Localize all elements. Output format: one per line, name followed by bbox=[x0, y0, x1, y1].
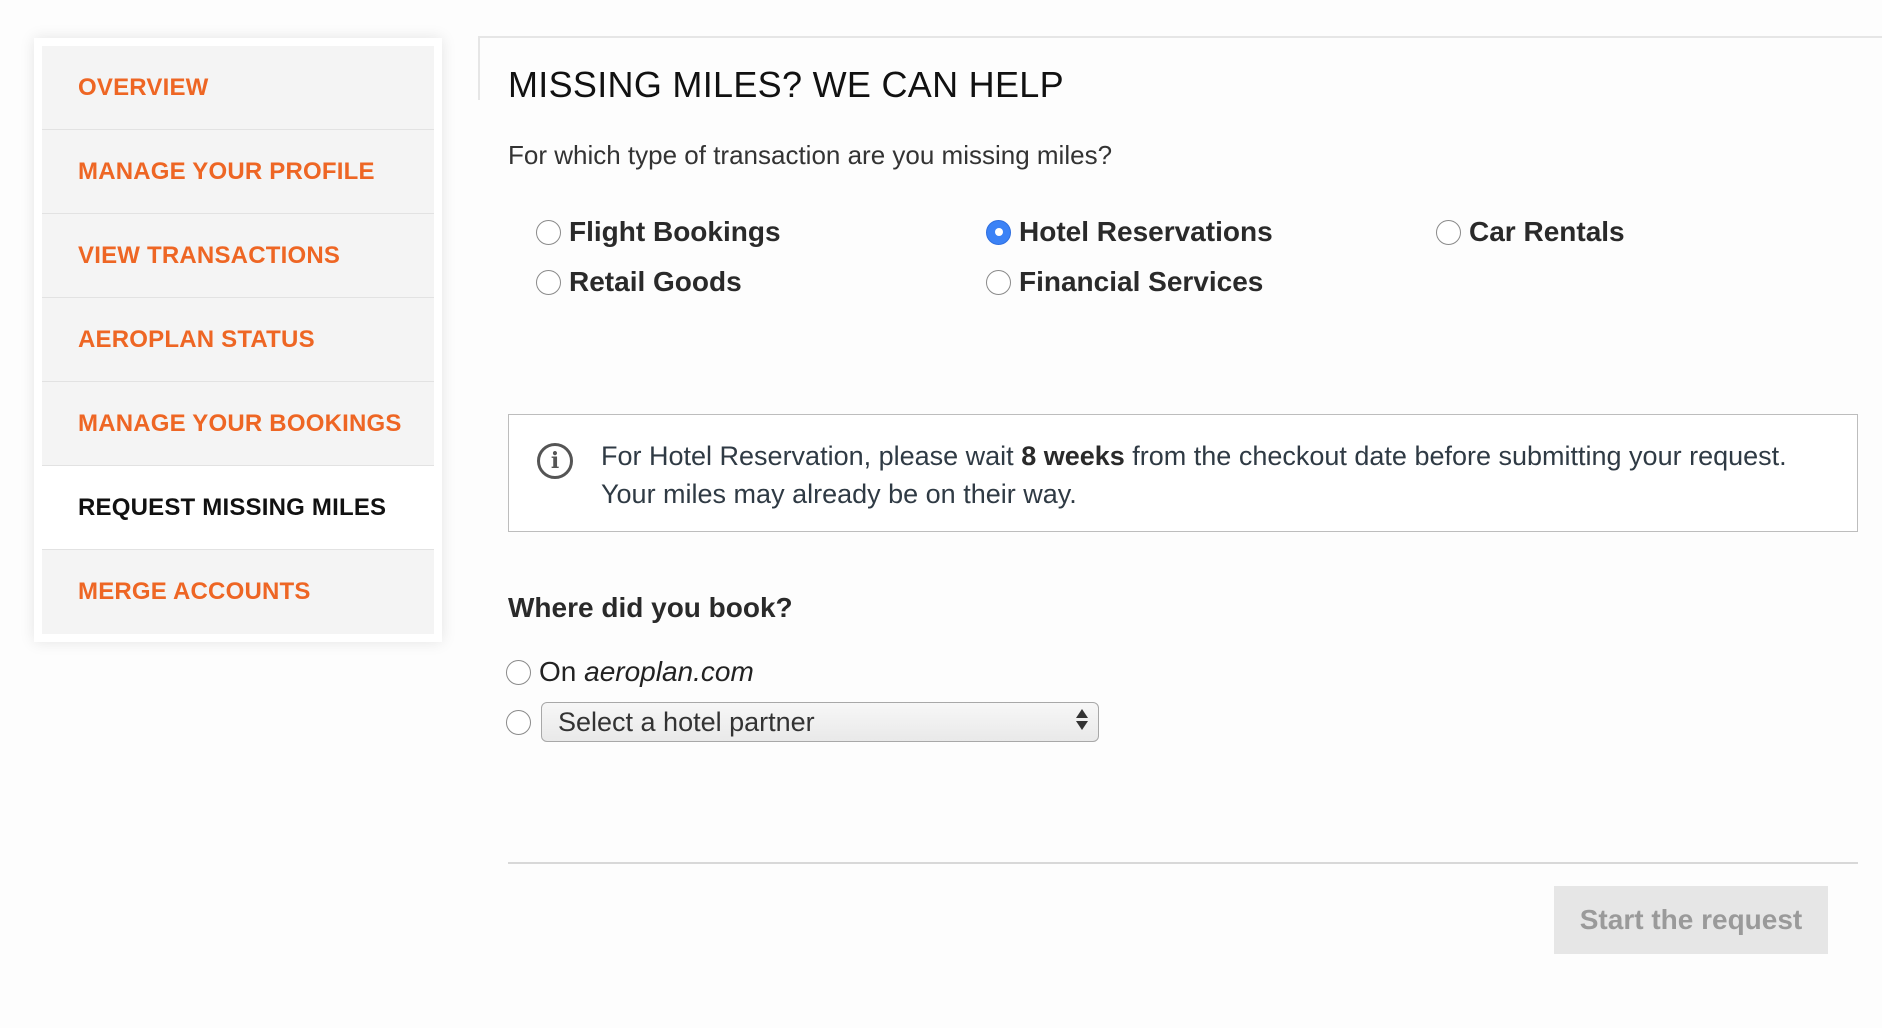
sidebar-item-label: REQUEST MISSING MILES bbox=[78, 493, 387, 521]
sidebar-item-overview[interactable]: OVERVIEW bbox=[42, 46, 434, 130]
transaction-type-flight-option[interactable]: Flight Bookings bbox=[536, 216, 781, 248]
sidebar-item-label: AEROPLAN STATUS bbox=[78, 325, 315, 353]
sidebar-item-label: MANAGE YOUR BOOKINGS bbox=[78, 409, 402, 437]
transaction-type-financial-option[interactable]: Financial Services bbox=[986, 266, 1263, 298]
page-title: MISSING MILES? WE CAN HELP bbox=[508, 64, 1064, 105]
retail-goods-label: Retail Goods bbox=[569, 266, 742, 297]
sidebar-item-manage-bookings[interactable]: MANAGE YOUR BOOKINGS bbox=[42, 382, 434, 466]
book-partner-option: Select a hotel partner bbox=[506, 702, 1099, 742]
book-on-site-option[interactable]: On aeroplan.com bbox=[506, 656, 754, 688]
hotel-partner-select-value: Select a hotel partner bbox=[558, 706, 815, 737]
car-rentals-radio[interactable] bbox=[1436, 219, 1461, 245]
sidebar-item-manage-profile[interactable]: MANAGE YOUR PROFILE bbox=[42, 130, 434, 214]
sidebar-item-label: MERGE ACCOUNTS bbox=[78, 578, 311, 605]
hotel-partner-select[interactable]: Select a hotel partner bbox=[541, 702, 1099, 742]
book-on-site-label: On aeroplan.com bbox=[539, 656, 754, 687]
sidebar-item-request-missing-miles[interactable]: REQUEST MISSING MILES bbox=[42, 466, 434, 550]
sidebar-item-aeroplan-status[interactable]: AEROPLAN STATUS bbox=[42, 298, 434, 382]
car-rentals-label: Car Rentals bbox=[1469, 216, 1625, 247]
main-panel-border bbox=[478, 36, 1882, 38]
flight-bookings-radio[interactable] bbox=[536, 219, 561, 245]
financial-services-radio[interactable] bbox=[986, 269, 1011, 295]
info-notice-emphasis: 8 weeks bbox=[1021, 441, 1125, 471]
sidebar-item-label: OVERVIEW bbox=[78, 73, 209, 101]
sidebar-item-view-transactions[interactable]: VIEW TRANSACTIONS bbox=[42, 214, 434, 298]
sidebar-item-merge-accounts[interactable]: MERGE ACCOUNTS bbox=[42, 550, 434, 634]
book-partner-radio[interactable] bbox=[506, 709, 531, 735]
sidebar-item-label: VIEW TRANSACTIONS bbox=[78, 241, 341, 269]
transaction-type-hotel-option[interactable]: Hotel Reservations bbox=[986, 216, 1273, 248]
select-arrows-icon bbox=[1076, 709, 1088, 730]
info-notice-text: For Hotel Reservation, please wait 8 wee… bbox=[601, 441, 1787, 509]
sidebar-item-label: MANAGE YOUR PROFILE bbox=[78, 157, 375, 185]
sidebar-nav: OVERVIEW MANAGE YOUR PROFILE VIEW TRANSA… bbox=[34, 38, 442, 642]
info-icon: i bbox=[537, 443, 573, 479]
financial-services-label: Financial Services bbox=[1019, 266, 1264, 297]
book-on-site-radio[interactable] bbox=[506, 659, 531, 685]
form-divider bbox=[508, 862, 1858, 864]
hotel-reservations-radio[interactable] bbox=[986, 219, 1011, 245]
transaction-type-car-option[interactable]: Car Rentals bbox=[1436, 216, 1625, 248]
start-request-button[interactable]: Start the request bbox=[1554, 886, 1828, 954]
flight-bookings-label: Flight Bookings bbox=[569, 216, 781, 247]
retail-goods-radio[interactable] bbox=[536, 269, 561, 295]
transaction-type-question: For which type of transaction are you mi… bbox=[508, 140, 1113, 170]
hotel-reservations-label: Hotel Reservations bbox=[1019, 216, 1273, 247]
where-booked-heading: Where did you book? bbox=[508, 592, 793, 623]
main-panel-border bbox=[478, 36, 480, 100]
info-notice: i For Hotel Reservation, please wait 8 w… bbox=[508, 414, 1858, 532]
transaction-type-retail-option[interactable]: Retail Goods bbox=[536, 266, 742, 298]
